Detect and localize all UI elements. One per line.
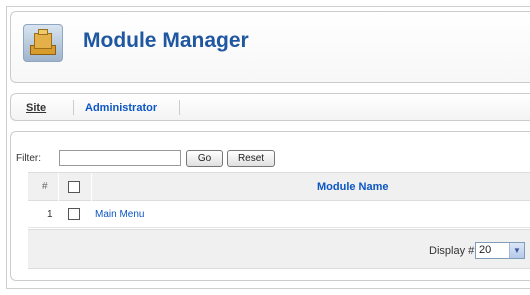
column-divider (91, 173, 92, 202)
table-header: # Module Name (28, 172, 530, 202)
select-all-checkbox[interactable] (68, 181, 80, 193)
table-footer: Display # 20 ▼ (28, 229, 530, 269)
toolbar-box: Module Manager (10, 11, 530, 83)
reset-button[interactable]: Reset (227, 150, 275, 167)
module-name-link[interactable]: Main Menu (95, 209, 144, 220)
filter-label: Filter: (16, 153, 41, 164)
go-button[interactable]: Go (186, 150, 223, 167)
column-divider (58, 173, 59, 202)
submenu-item-administrator[interactable]: Administrator (85, 102, 157, 114)
row-number: 1 (47, 209, 53, 220)
row-checkbox[interactable] (68, 208, 80, 220)
display-limit-select[interactable]: 20 ▼ (475, 242, 525, 259)
filter-input[interactable] (59, 150, 181, 166)
display-limit-value: 20 (479, 244, 492, 256)
table-row: 1 Main Menu (28, 202, 530, 228)
chevron-down-icon[interactable]: ▼ (509, 243, 524, 258)
submenu: Site Administrator (10, 93, 530, 121)
display-label: Display # (429, 245, 475, 257)
module-manager-icon (23, 24, 63, 62)
column-header-number: # (42, 181, 48, 192)
submenu-divider (179, 100, 180, 115)
submenu-divider (73, 100, 74, 115)
submenu-item-site[interactable]: Site (26, 102, 46, 114)
page-title: Module Manager (83, 29, 249, 52)
column-header-module-name[interactable]: Module Name (317, 181, 389, 193)
